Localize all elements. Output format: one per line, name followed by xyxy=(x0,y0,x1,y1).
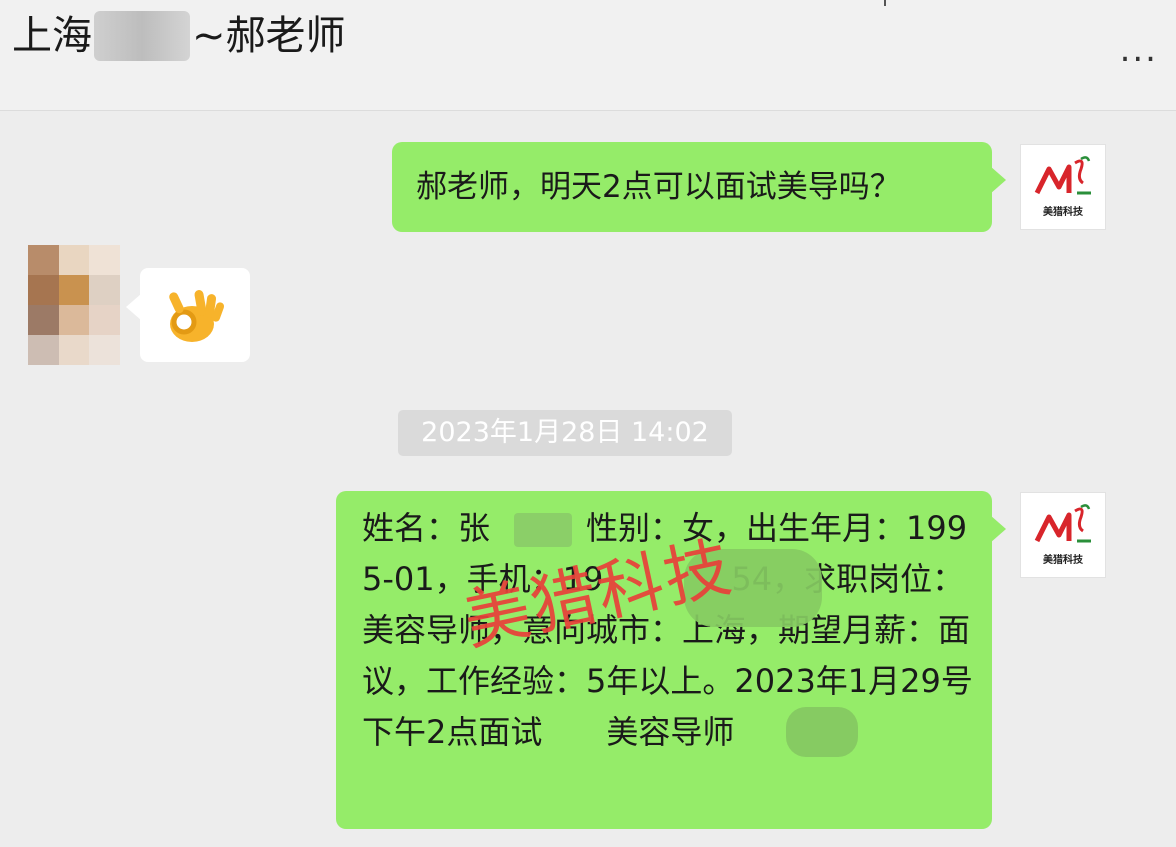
my-avatar[interactable]: 美猎科技 xyxy=(1020,492,1106,578)
avatar-pixel xyxy=(28,275,59,305)
redacted-block xyxy=(786,707,858,757)
avatar-pixel xyxy=(58,275,90,305)
brand-label: 美猎科技 xyxy=(1043,207,1083,218)
redacted-block xyxy=(94,11,190,61)
redacted-block xyxy=(514,513,572,547)
avatar-pixel xyxy=(58,245,90,275)
chat-title-suffix: ~郝老师 xyxy=(192,13,346,59)
avatar-pixel xyxy=(89,305,120,335)
chat-title-prefix: 上海 xyxy=(12,13,92,59)
bubble-tail xyxy=(990,166,1006,194)
avatar-pixel xyxy=(28,305,59,335)
ok-hand-icon xyxy=(169,290,225,342)
contact-avatar[interactable] xyxy=(28,245,120,365)
chat-bubble-other[interactable] xyxy=(126,268,250,362)
avatar-pixel xyxy=(28,335,59,365)
avatar-pixel xyxy=(89,335,120,365)
my-avatar[interactable]: 美猎科技 xyxy=(1020,144,1106,230)
avatar-pixel xyxy=(89,245,120,275)
bubble-tail xyxy=(990,515,1006,543)
avatar-pixel xyxy=(89,275,120,305)
chat-bubble-mine[interactable]: 郝老师，明天2点可以面试美导吗？ xyxy=(392,142,1006,232)
ml-logo-icon xyxy=(1034,504,1091,543)
bubble-tail xyxy=(126,294,141,320)
chat-title: 上海 ~郝老师 xyxy=(12,10,346,62)
avatar-pixel xyxy=(58,305,90,335)
brand-label: 美猎科技 xyxy=(1043,555,1083,566)
divider xyxy=(884,0,886,6)
message-timestamp: 2023年1月28日 14:02 xyxy=(398,410,732,456)
message-text: 郝老师，明天2点可以面试美导吗？ xyxy=(416,169,901,205)
more-options-button[interactable]: ... xyxy=(1120,30,1158,70)
avatar-pixel xyxy=(28,245,59,275)
ml-logo-icon xyxy=(1034,156,1091,195)
chat-header: 上海 ~郝老师 ... xyxy=(0,0,1176,111)
avatar-pixel xyxy=(58,335,90,365)
